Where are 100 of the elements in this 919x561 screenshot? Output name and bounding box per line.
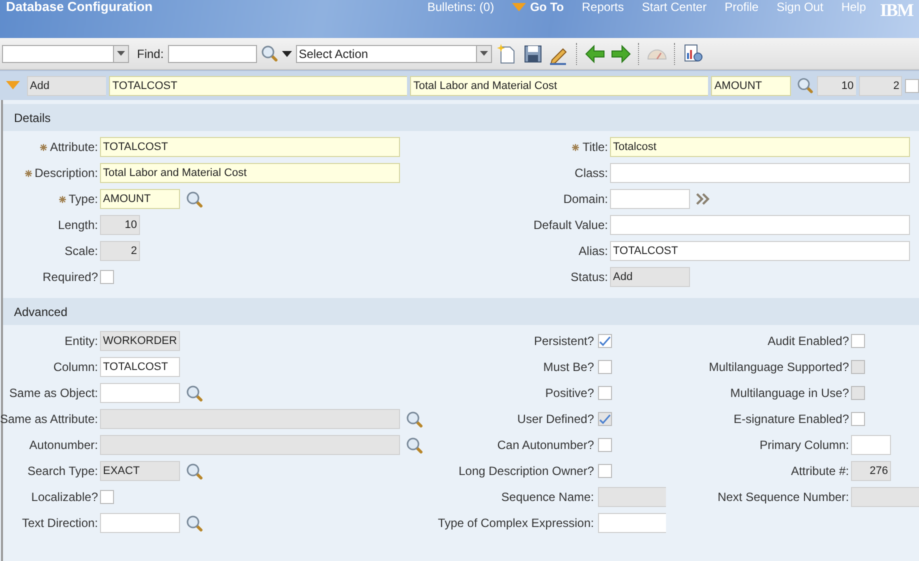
section-header: Advanced (3, 298, 919, 325)
readonly-field[interactable]: WORKORDER (100, 331, 180, 351)
field-label: Multilanguage in Use? (730, 386, 849, 400)
text-field[interactable]: AMOUNT (100, 189, 180, 209)
checkbox[interactable] (100, 490, 114, 504)
field-label: Same as Object: (9, 386, 98, 400)
field-label: Attribute: (50, 140, 98, 154)
search-icon[interactable] (406, 410, 423, 428)
checkbox[interactable] (851, 412, 865, 426)
field-label: Search Type: (28, 464, 98, 478)
text-field[interactable] (610, 163, 910, 183)
field-label: Type of Complex Expression: (438, 516, 594, 530)
checkbox[interactable] (598, 386, 612, 400)
text-field[interactable]: Total Labor and Material Cost (410, 76, 708, 96)
text-field[interactable] (851, 435, 891, 455)
readonly-field[interactable] (100, 409, 400, 429)
field-label: Positive? (545, 386, 594, 400)
field-label: Persistent? (534, 334, 594, 348)
field-label: Entity: (64, 334, 98, 348)
field-label: Long Description Owner? (458, 464, 594, 478)
field-label: Sequence Name: (501, 490, 594, 504)
dropdown-caret-icon[interactable] (282, 50, 292, 56)
readonly-field[interactable]: EXACT (100, 461, 180, 481)
field-label: Length: (58, 218, 98, 232)
readonly-field[interactable]: 10 (816, 76, 856, 96)
checkbox[interactable] (851, 334, 865, 348)
field-label: Primary Column: (760, 438, 849, 452)
field-label: Must Be? (543, 360, 594, 374)
text-field[interactable] (100, 383, 180, 403)
checkbox[interactable] (598, 438, 612, 452)
logo: IBM (880, 0, 913, 20)
text-field[interactable]: TOTALCOST (100, 357, 180, 377)
search-icon[interactable] (186, 190, 203, 208)
required-icon (58, 196, 66, 202)
search-icon[interactable] (186, 462, 203, 480)
field-label: User Defined? (517, 412, 594, 426)
readonly-field[interactable] (100, 435, 400, 455)
check-icon (599, 336, 611, 346)
field-label: E-signature Enabled? (734, 412, 849, 426)
text-field[interactable] (598, 513, 666, 533)
expand-caret-icon[interactable] (6, 81, 20, 90)
field-label: Type: (68, 192, 98, 206)
checkbox[interactable] (598, 360, 612, 374)
caret-icon (480, 51, 488, 56)
search-icon[interactable] (186, 514, 203, 532)
right-arrow-icon[interactable] (610, 42, 632, 64)
search-icon[interactable] (186, 384, 203, 402)
action-select[interactable]: Select Action (296, 44, 492, 62)
search-icon[interactable] (797, 77, 814, 94)
field-label: Autonumber: (29, 438, 98, 452)
text-field[interactable] (610, 215, 910, 235)
readonly-field[interactable]: Add (610, 267, 690, 287)
readonly-field[interactable]: 276 (851, 461, 891, 481)
text-field[interactable]: AMOUNT (711, 76, 792, 96)
field-label: Localizable? (31, 490, 98, 504)
readonly-field[interactable] (598, 487, 666, 507)
field-label: Title: (582, 140, 608, 154)
required-icon (24, 170, 32, 176)
find-field[interactable] (168, 44, 257, 62)
check-icon (599, 414, 611, 424)
field-label: Can Autonumber? (497, 438, 594, 452)
text-field[interactable]: Totalcost (610, 137, 910, 157)
field-label: Status: (570, 270, 608, 284)
readonly-field[interactable]: 2 (100, 241, 140, 261)
checkbox[interactable] (598, 334, 612, 348)
save-icon[interactable] (522, 42, 544, 64)
query-select[interactable] (2, 44, 129, 62)
required-icon (572, 144, 580, 150)
checkbox[interactable] (100, 270, 114, 284)
text-field[interactable] (100, 513, 180, 533)
section-header: Details (3, 104, 919, 131)
field-label: Domain: (563, 192, 608, 206)
text-field[interactable]: Total Labor and Material Cost (100, 163, 400, 183)
checkbox[interactable] (905, 78, 919, 92)
field-label: Audit Enabled? (768, 334, 849, 348)
readonly-field[interactable]: 2 (859, 76, 902, 96)
text-field[interactable]: TOTALCOST (610, 241, 910, 261)
left-arrow-icon[interactable] (584, 42, 606, 64)
required-icon (40, 144, 47, 150)
search-icon[interactable] (406, 436, 423, 454)
field-label: Next Sequence Number: (718, 490, 849, 504)
app-title: Database Configuration (6, 0, 153, 14)
field-label: Multilanguage Supported? (708, 360, 849, 374)
readonly-field[interactable]: 10 (100, 215, 140, 235)
readonly-field[interactable]: Add (26, 76, 106, 96)
field-label: Column: (53, 360, 98, 374)
find-label: Find: (137, 46, 164, 60)
field-label: Description: (34, 166, 98, 180)
field-label: Text Direction: (22, 516, 98, 530)
readonly-field[interactable] (851, 487, 919, 507)
field-label: Same as Attribute: (0, 412, 98, 426)
text-field[interactable]: TOTALCOST (109, 76, 408, 96)
field-label: Alias: (578, 244, 608, 258)
text-field[interactable] (610, 189, 690, 209)
report-icon[interactable] (682, 42, 704, 64)
caret-icon (512, 2, 526, 12)
field-label: Default Value: (534, 218, 608, 232)
checkbox[interactable] (598, 464, 612, 478)
double-chevron-icon[interactable] (696, 193, 710, 205)
text-field[interactable]: TOTALCOST (100, 137, 400, 157)
